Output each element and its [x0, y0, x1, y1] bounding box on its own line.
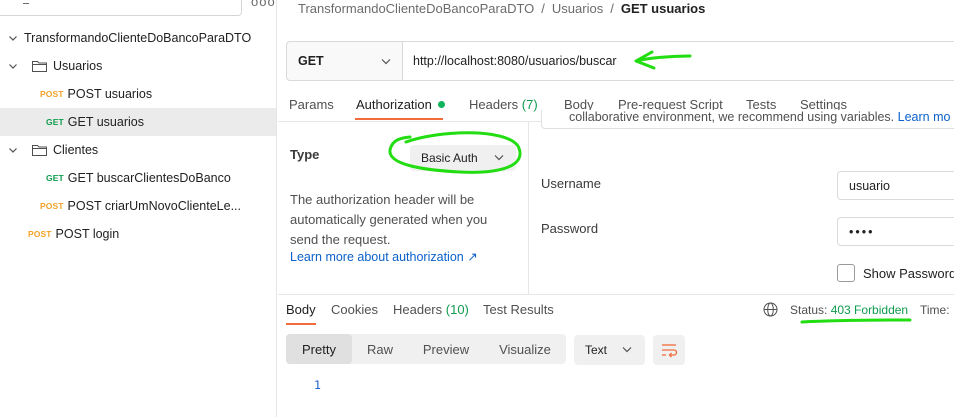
show-password-label: Show Password [863, 265, 954, 281]
show-password-toggle[interactable]: Show Password [837, 264, 954, 282]
method-badge: POST [40, 89, 64, 99]
pane-divider [528, 122, 529, 294]
response-format-select[interactable]: Text [574, 335, 645, 365]
breadcrumb-folder[interactable]: Usuarios [552, 1, 603, 16]
sidebar-item-post-criar-cliente[interactable]: POST POST criarUmNovoClienteLe... [0, 192, 250, 220]
request-label: GET buscarClientesDoBanco [67, 171, 231, 185]
method-badge: POST [40, 201, 64, 211]
more-icon[interactable]: ooo [251, 0, 275, 9]
globe-icon[interactable] [763, 302, 778, 317]
sidebar-search-input[interactable] [0, 0, 242, 16]
request-label: GET usuarios [67, 115, 144, 129]
breadcrumb-collection[interactable]: TransformandoClienteDoBancoParaDTO [298, 1, 534, 16]
view-raw-button[interactable]: Raw [352, 334, 408, 364]
request-label: POST login [55, 227, 120, 241]
chevron-down-icon [381, 59, 391, 65]
response-tab-cookies[interactable]: Cookies [331, 302, 378, 317]
editor-line-number: 1 [314, 378, 321, 392]
method-value: GET [298, 54, 324, 68]
folder-icon [32, 61, 47, 72]
notice-text: collaborative environment, we recommend … [569, 110, 950, 124]
folder-label: Clientes [53, 143, 99, 157]
learn-more-auth-link[interactable]: Learn more about authorization ↗ [290, 249, 478, 264]
sidebar: ooo TransformandoClienteDoBancoParaDTO U… [0, 0, 277, 417]
notice-learn-more-link[interactable]: Learn mo [898, 110, 951, 124]
sidebar-item-get-usuarios[interactable]: GET GET usuarios [0, 108, 276, 136]
request-label: POST criarUmNovoClienteLe... [67, 199, 241, 213]
url-input[interactable]: http://localhost:8080/usuarios/buscar [403, 42, 954, 80]
breadcrumb-separator: / [541, 0, 545, 16]
auth-type-select[interactable]: Basic Auth [410, 145, 516, 171]
tab-params[interactable]: Params [289, 97, 334, 112]
breadcrumb-current[interactable]: GET usuarios [621, 1, 706, 16]
response-tab-headers-count: (10) [445, 302, 469, 317]
annotation-underline [800, 318, 912, 324]
request-label: POST usuarios [67, 87, 153, 101]
tab-authorization-label: Authorization [356, 97, 432, 112]
sidebar-item-get-buscar-clientes[interactable]: GET GET buscarClientesDoBanco [0, 164, 276, 192]
view-pretty-button[interactable]: Pretty [286, 334, 352, 364]
response-tab-headers-label: Headers [393, 302, 443, 317]
chevron-down-icon[interactable] [8, 61, 18, 71]
notice-body: collaborative environment, we recommend … [569, 110, 898, 124]
auth-type-label: Type [290, 147, 320, 162]
active-response-tab-indicator [286, 323, 316, 325]
format-value: Text [585, 343, 608, 357]
status-label: Status: [790, 303, 828, 317]
response-time-label[interactable]: Time: [920, 303, 950, 317]
active-tab-indicator [355, 118, 443, 120]
sidebar-folder-usuarios[interactable]: Usuarios [0, 52, 276, 80]
tab-headers-count: (7) [521, 97, 538, 112]
active-dot-icon [437, 101, 445, 108]
method-select[interactable]: GET [287, 42, 403, 80]
auth-type-value: Basic Auth [421, 151, 478, 165]
status-value: 403 Forbidden [830, 303, 909, 317]
response-tab-test-results[interactable]: Test Results [483, 302, 554, 317]
password-input[interactable]: •••• [837, 217, 954, 246]
auth-description: The authorization header will be automat… [290, 192, 488, 247]
response-tab-body[interactable]: Body [286, 302, 316, 317]
response-view-group: Pretty Raw Preview Visualize [286, 334, 566, 364]
url-bar: GET http://localhost:8080/usuarios/busca… [286, 41, 954, 81]
sidebar-item-post-usuarios[interactable]: POST POST usuarios [0, 80, 276, 108]
filter-icon[interactable] [19, 0, 33, 5]
wrap-lines-button[interactable] [653, 335, 685, 365]
sidebar-folder-clientes[interactable]: Clientes [0, 136, 276, 164]
method-badge: GET [46, 173, 64, 183]
collection-label: TransformandoClienteDoBancoParaDTO [24, 31, 252, 45]
variables-notice: collaborative environment, we recommend … [541, 110, 954, 129]
view-visualize-button[interactable]: Visualize [484, 334, 566, 364]
username-label: Username [541, 176, 601, 191]
tab-authorization[interactable]: Authorization [356, 97, 445, 112]
sidebar-collection[interactable]: TransformandoClienteDoBancoParaDTO [0, 24, 276, 52]
response-divider [278, 294, 954, 295]
breadcrumb-separator: / [610, 0, 614, 16]
response-tab-headers[interactable]: Headers (10) [393, 302, 469, 317]
chevron-down-icon[interactable] [8, 33, 18, 43]
folder-label: Usuarios [53, 59, 103, 73]
folder-icon [32, 145, 47, 156]
username-input[interactable]: usuario [837, 171, 954, 200]
view-preview-button[interactable]: Preview [408, 334, 484, 364]
chevron-down-icon [494, 155, 504, 161]
wrap-icon [662, 344, 678, 358]
breadcrumb: TransformandoClienteDoBancoParaDTO / Usu… [298, 0, 705, 16]
password-label: Password [541, 221, 599, 236]
chevron-down-icon[interactable] [8, 145, 18, 155]
show-password-checkbox[interactable] [837, 264, 855, 282]
response-status[interactable]: Status: 403 Forbidden [790, 303, 908, 317]
tab-headers[interactable]: Headers (7) [469, 97, 538, 112]
method-badge: GET [46, 117, 64, 127]
method-badge: POST [28, 229, 52, 239]
tab-headers-label: Headers [469, 97, 519, 112]
chevron-down-icon [622, 347, 632, 353]
sidebar-item-post-login[interactable]: POST POST login [0, 220, 276, 248]
